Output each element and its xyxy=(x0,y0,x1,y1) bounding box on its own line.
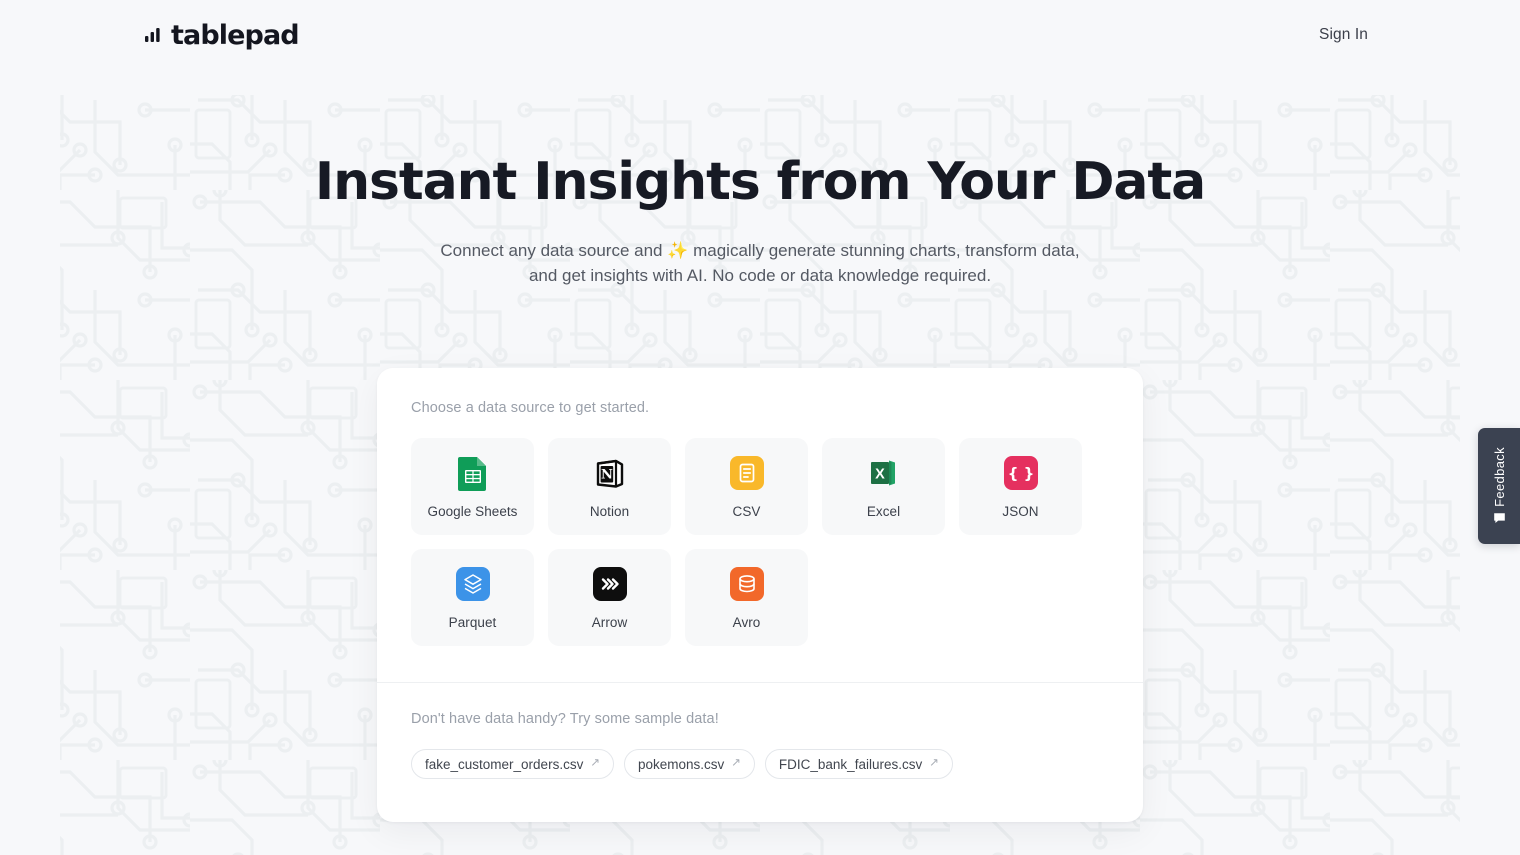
sample-data-label: Don't have data handy? Try some sample d… xyxy=(411,711,719,727)
choose-source-label: Choose a data source to get started. xyxy=(411,400,650,416)
external-link-icon: ↗ xyxy=(929,757,939,770)
data-source-grid: Google Sheets N Notion CSV X Excel {} J… xyxy=(411,438,1109,646)
svg-text:N: N xyxy=(600,467,612,482)
sample-data-chip-list: fake_customer_orders.csv ↗ pokemons.csv … xyxy=(411,749,1109,779)
feedback-tab[interactable]: Feedback xyxy=(1478,428,1520,544)
sample-data-section: Don't have data handy? Try some sample d… xyxy=(377,683,1143,779)
data-source-label: Notion xyxy=(589,504,630,519)
arrow-icon xyxy=(591,565,629,603)
sign-in-button[interactable]: Sign In xyxy=(1319,26,1368,44)
sample-data-chip-fdic-bank-failures[interactable]: FDIC_bank_failures.csv ↗ xyxy=(764,749,953,779)
hero-subtitle: Connect any data source and ✨ magically … xyxy=(440,241,1080,285)
data-source-avro[interactable]: Avro xyxy=(685,549,808,646)
svg-text:X: X xyxy=(875,467,885,483)
data-source-label: JSON xyxy=(1002,504,1039,519)
data-source-label: Excel xyxy=(866,504,901,519)
data-source-label: Parquet xyxy=(448,615,497,630)
brand-logo[interactable]: tablepad xyxy=(144,19,300,51)
data-source-excel[interactable]: X Excel xyxy=(822,438,945,535)
json-icon: { } xyxy=(1002,454,1040,492)
chip-label: FDIC_bank_failures.csv xyxy=(778,756,923,772)
page-header: tablepad Sign In xyxy=(0,0,1520,70)
speech-bubble-icon xyxy=(1493,512,1506,525)
external-link-icon: ↗ xyxy=(731,757,741,770)
page-title: Instant Insights from Your Data xyxy=(314,152,1206,212)
data-source-label: Arrow xyxy=(591,615,628,630)
chip-label: fake_customer_orders.csv xyxy=(425,756,584,772)
svg-text:{ }: { } xyxy=(1007,465,1034,483)
data-source-card: Choose a data source to get started. Goo… xyxy=(377,368,1143,822)
chip-label: pokemons.csv xyxy=(637,756,725,772)
csv-icon xyxy=(728,454,766,492)
parquet-icon xyxy=(454,565,492,603)
data-source-label: Avro xyxy=(732,615,761,630)
sample-data-chip-pokemons[interactable]: pokemons.csv ↗ xyxy=(623,749,755,779)
hero-section: Instant Insights from Your Data Connect … xyxy=(0,152,1520,288)
data-source-picker: Choose a data source to get started. Goo… xyxy=(377,368,1143,646)
notion-icon: N xyxy=(591,454,629,492)
excel-icon: X xyxy=(865,454,903,492)
data-source-parquet[interactable]: Parquet xyxy=(411,549,534,646)
data-source-google-sheets[interactable]: Google Sheets xyxy=(411,438,534,535)
data-source-csv[interactable]: CSV xyxy=(685,438,808,535)
feedback-label: Feedback xyxy=(1491,446,1507,507)
data-source-notion[interactable]: N Notion xyxy=(548,438,671,535)
data-source-label: CSV xyxy=(732,504,761,519)
avro-icon xyxy=(728,565,766,603)
data-source-label: Google Sheets xyxy=(427,504,518,519)
bar-chart-icon xyxy=(145,28,160,42)
data-source-arrow[interactable]: Arrow xyxy=(548,549,671,646)
sample-data-chip-fake-customer-orders[interactable]: fake_customer_orders.csv ↗ xyxy=(411,749,614,779)
google-sheets-icon xyxy=(454,454,492,492)
external-link-icon: ↗ xyxy=(590,757,600,770)
data-source-json[interactable]: { } JSON xyxy=(959,438,1082,535)
brand-wordmark: tablepad xyxy=(171,19,300,51)
